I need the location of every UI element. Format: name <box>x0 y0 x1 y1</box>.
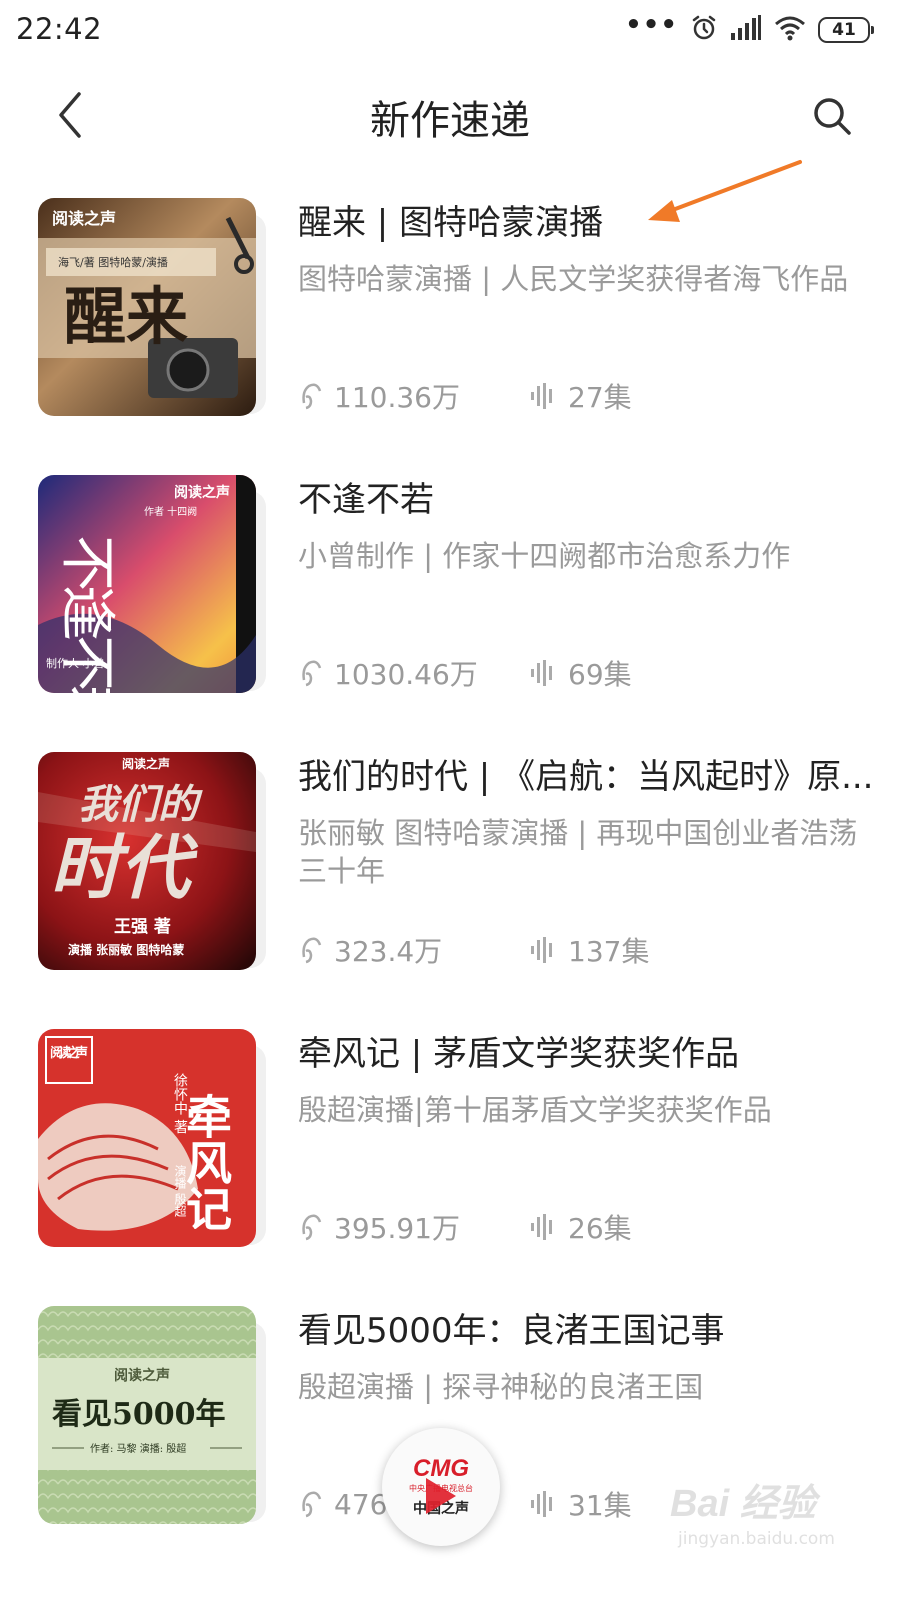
headphone-icon <box>300 381 322 411</box>
cover-badge: 阅读之声 <box>174 484 230 501</box>
book-meta: 395.91万 26集 <box>300 1207 632 1247</box>
cover-author: 徐怀中 著 <box>172 1073 188 1134</box>
book-meta: 1030.46万 69集 <box>300 653 632 693</box>
book-description: 张丽敏 图特哈蒙演播 | 再现中国创业者浩荡三十年 <box>298 816 858 888</box>
cover-title-top: 我们的 <box>78 782 203 828</box>
cover-title: 看见5000年 <box>52 1397 226 1432</box>
headphone-icon <box>300 658 322 688</box>
cover-art: 阅读之声 我们的 时代 王强 著 演播 张丽敏 图特哈蒙 <box>38 752 256 970</box>
play-count: 1030.46万 <box>334 658 478 691</box>
signal-icon <box>730 15 762 45</box>
search-icon <box>814 98 851 135</box>
cover-badge: 阅读之声 <box>122 756 170 771</box>
cover-producer: 制作人 小曾 <box>46 656 105 670</box>
headphone-icon <box>300 1212 322 1242</box>
watermark-sub: jingyan.baidu.com <box>678 1529 835 1549</box>
play-count: 476 <box>334 1487 388 1521</box>
book-title[interactable]: 醒来 | 图特哈蒙演播 <box>298 198 878 248</box>
episodes-icon <box>530 1213 556 1241</box>
cover-title-bottom: 时代 <box>50 827 199 909</box>
book-description: 小曾制作 | 作家十四阙都市治愈系力作 <box>298 539 791 573</box>
page-title: 新作速递 <box>370 98 530 144</box>
book-title[interactable]: 牵风记 | 茅盾文学奖获奖作品 <box>298 1029 878 1079</box>
book-title[interactable]: 看见5000年：良渚王国记事 <box>298 1306 878 1356</box>
cover-badge: 阅读之声 <box>50 1045 88 1061</box>
battery-level: 41 <box>832 20 856 40</box>
book-meta: 323.4万 137集 <box>300 930 649 970</box>
episode-count: 137集 <box>568 935 650 968</box>
episode-count: 69集 <box>568 658 632 691</box>
search-button[interactable] <box>804 88 860 144</box>
cover-credits: 演播 张丽敏 图特哈蒙 <box>68 942 184 957</box>
battery-icon: 41 <box>818 17 874 43</box>
book-meta: 110.36万 27集 <box>300 376 632 416</box>
watermark: Bai 经验 jingyan.baidu.com <box>670 1472 870 1552</box>
book-cover[interactable]: 阅读之声 作者 十四阙 不逢不若 制作人 小曾 <box>38 475 266 693</box>
play-count: 395.91万 <box>334 1212 460 1245</box>
play-count: 110.36万 <box>334 381 460 414</box>
status-bar: 22:42 ••• 41 <box>0 0 900 60</box>
cover-badge: 阅读之声 <box>114 1367 170 1384</box>
episode-count: 26集 <box>568 1212 632 1245</box>
watermark-main: Bai 经验 <box>670 1483 816 1525</box>
status-time: 22:42 <box>16 12 103 46</box>
play-icon <box>426 1478 456 1514</box>
cover-title: 醒来 <box>64 280 188 353</box>
book-cover[interactable]: 阅读之声 我们的 时代 王强 著 演播 张丽敏 图特哈蒙 <box>38 752 266 970</box>
book-item[interactable]: 阅读之声 海飞/著 图特哈蒙/演播 醒来 醒来 | 图特哈蒙演播 图特哈蒙演播 … <box>0 190 900 467</box>
play-count: 323.4万 <box>334 935 443 968</box>
book-title[interactable]: 不逢不若 <box>298 475 878 525</box>
wifi-icon <box>774 15 806 45</box>
cover-art: 阅读之声 海飞/著 图特哈蒙/演播 醒来 <box>38 198 256 416</box>
cover-art: 阅读之声 看见5000年 作者: 马黎 演播: 殷超 <box>38 1306 256 1524</box>
cover-credits: 海飞/著 图特哈蒙/演播 <box>58 255 168 269</box>
more-dots-icon: ••• <box>625 10 678 40</box>
cover-credits: 演播 殷超 <box>173 1164 187 1218</box>
book-cover[interactable]: 阅读之声 海飞/著 图特哈蒙/演播 醒来 <box>38 198 266 416</box>
book-description: 图特哈蒙演播 | 人民文学奖获得者海飞作品 <box>298 262 849 296</box>
book-list: 阅读之声 海飞/著 图特哈蒙/演播 醒来 醒来 | 图特哈蒙演播 图特哈蒙演播 … <box>0 190 900 1575</box>
cover-art: 阅读之声 牵风记 徐怀中 著 演播 殷超 <box>38 1029 256 1247</box>
book-description: 殷超演播 | 探寻神秘的良渚王国 <box>298 1370 704 1404</box>
cover-badge: 阅读之声 <box>52 209 116 228</box>
cover-art: 阅读之声 作者 十四阙 不逢不若 制作人 小曾 <box>38 475 256 693</box>
headphone-icon <box>300 935 322 965</box>
book-cover[interactable]: 阅读之声 看见5000年 作者: 马黎 演播: 殷超 <box>38 1306 266 1524</box>
book-item[interactable]: 阅读之声 我们的 时代 王强 著 演播 张丽敏 图特哈蒙 我们的时代 | 《启航… <box>0 744 900 1021</box>
episode-count: 31集 <box>568 1489 632 1522</box>
episodes-icon <box>530 936 556 964</box>
episode-count: 27集 <box>568 381 632 414</box>
episodes-icon <box>530 1490 556 1518</box>
cover-author: 王强 著 <box>114 916 171 937</box>
book-cover[interactable]: 阅读之声 牵风记 徐怀中 著 演播 殷超 <box>38 1029 266 1247</box>
cover-credits: 作者: 马黎 演播: 殷超 <box>90 1442 186 1455</box>
episodes-icon <box>530 382 556 410</box>
book-description: 殷超演播|第十届茅盾文学奖获奖作品 <box>298 1093 772 1127</box>
book-item[interactable]: 阅读之声 牵风记 徐怀中 著 演播 殷超 牵风记 | 茅盾文学奖获奖作品 殷超演… <box>0 1021 900 1298</box>
book-title[interactable]: 我们的时代 | 《启航：当风起时》原... <box>298 752 878 802</box>
alarm-icon <box>690 14 718 46</box>
headphone-icon <box>300 1489 322 1519</box>
status-icons: ••• 41 <box>625 10 874 46</box>
episodes-icon <box>530 659 556 687</box>
mini-player-button[interactable]: CMG 中央广播电视总台 中国之声 <box>382 1428 500 1546</box>
header: 新作速递 <box>0 70 900 160</box>
cover-credits: 作者 十四阙 <box>144 505 197 518</box>
book-item[interactable]: 阅读之声 作者 十四阙 不逢不若 制作人 小曾 不逢不若 小曾制作 | 作家十四… <box>0 467 900 744</box>
